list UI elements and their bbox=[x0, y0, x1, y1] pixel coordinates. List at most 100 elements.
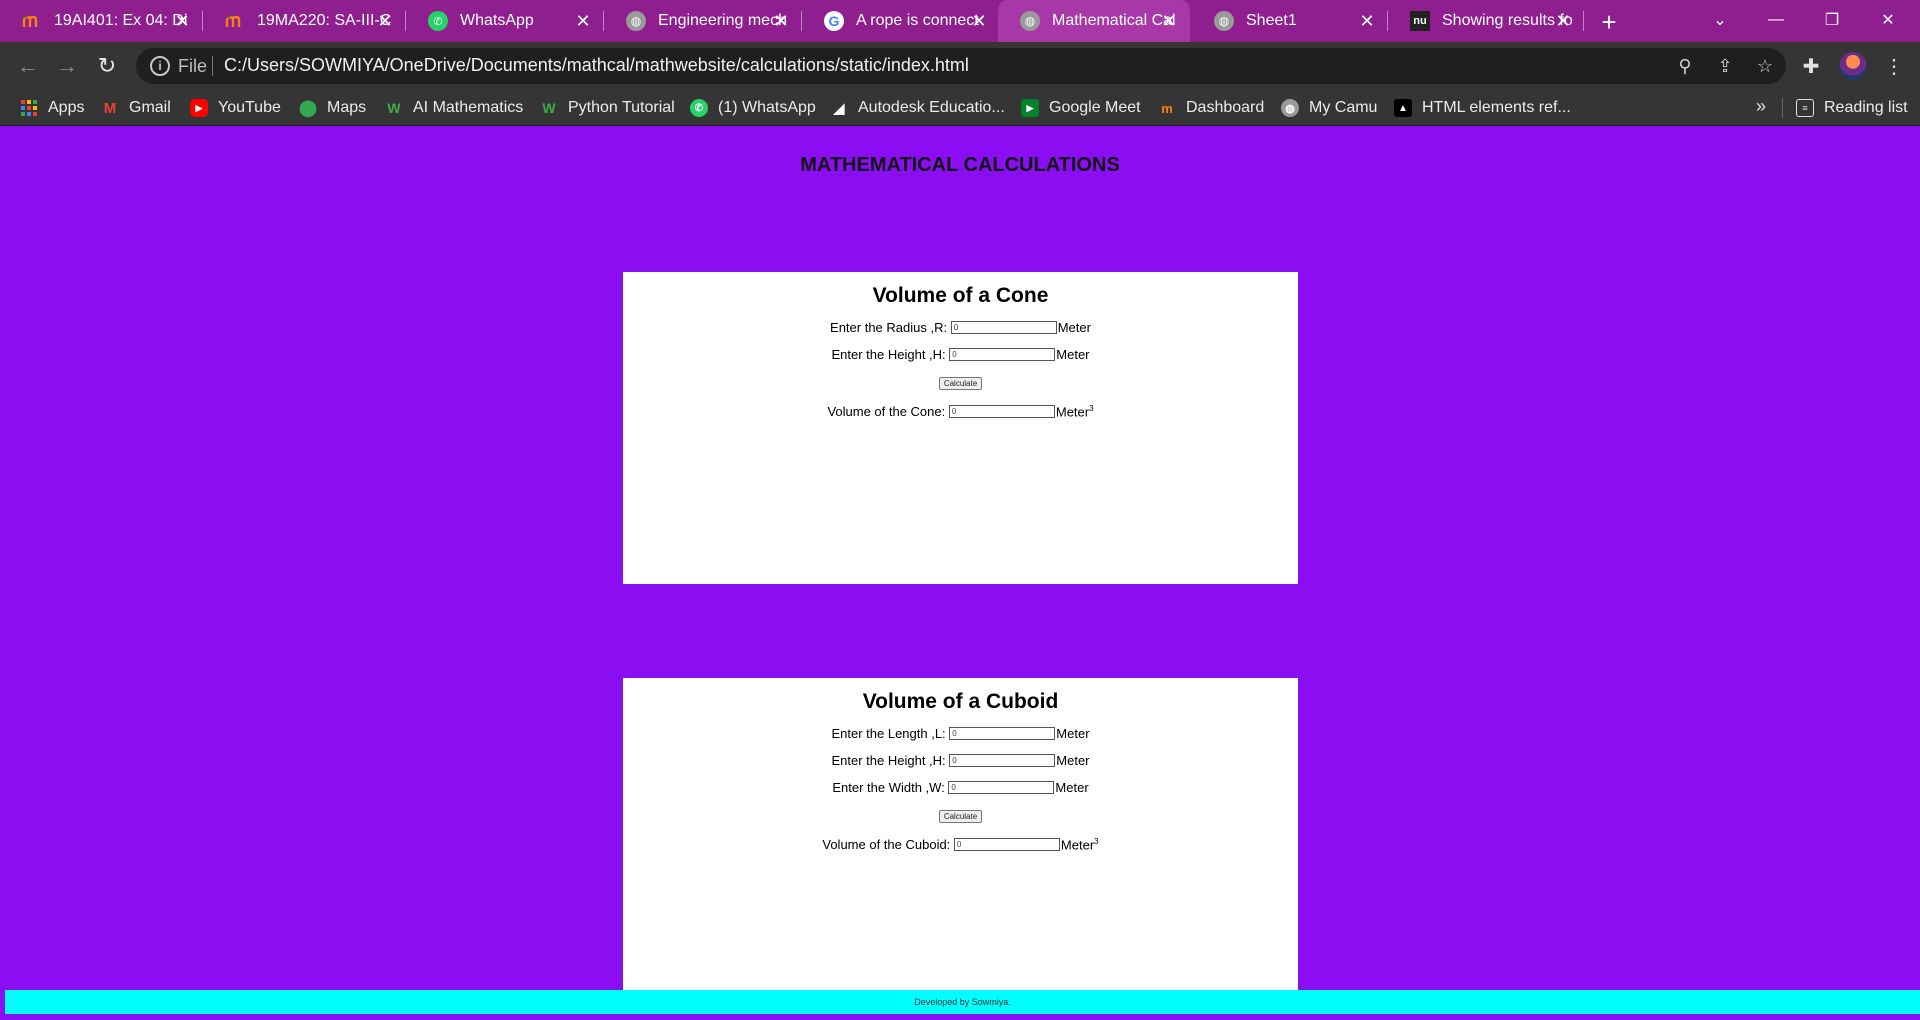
cuboid-button-row: Calculate bbox=[623, 801, 1298, 831]
globe-icon: ◍ bbox=[1214, 11, 1234, 31]
close-tab-icon[interactable]: ✕ bbox=[1158, 10, 1180, 32]
reading-list-icon: ≡ bbox=[1796, 99, 1814, 117]
bookmark-html-elements[interactable]: ▲ HTML elements ref... bbox=[1394, 90, 1571, 126]
tab-6-active[interactable]: ◍ Mathematical Cal ✕ bbox=[998, 0, 1190, 42]
url-text[interactable]: C:/Users/SOWMIYA/OneDrive/Documents/math… bbox=[224, 55, 969, 76]
cone-result-row: Volume of the Cone: 0 Meter3 bbox=[623, 398, 1298, 425]
bookmark-youtube[interactable]: ▶ YouTube bbox=[190, 90, 281, 126]
bookmarks-bar: Apps M Gmail ▶ YouTube ⬤ Maps W AI Mathe… bbox=[0, 90, 1920, 126]
maps-icon: ⬤ bbox=[299, 100, 317, 117]
close-tab-icon[interactable]: ✕ bbox=[1552, 10, 1574, 32]
close-tab-icon[interactable]: ✕ bbox=[968, 10, 990, 32]
close-tab-icon[interactable]: ✕ bbox=[1356, 10, 1378, 32]
cuboid-heading: Volume of a Cuboid bbox=[862, 690, 1059, 713]
reading-list-label: Reading list bbox=[1824, 99, 1908, 116]
cone-heading: Volume of a Cone bbox=[872, 284, 1049, 307]
cone-height-input[interactable]: 0 bbox=[949, 348, 1056, 361]
forward-button[interactable]: → bbox=[51, 50, 83, 82]
more-bookmarks-icon[interactable]: » bbox=[1756, 96, 1766, 117]
width-label: Enter the Width ,W: bbox=[832, 780, 945, 795]
cuboid-height-input[interactable]: 0 bbox=[949, 754, 1056, 767]
tab-7[interactable]: ◍ Sheet1 ✕ bbox=[1192, 0, 1388, 42]
nu-icon: nu bbox=[1410, 11, 1430, 31]
cone-height-row: Enter the Height ,H: 0 Meter bbox=[623, 341, 1298, 368]
tab-title: 19AI401: Ex 04: Di bbox=[54, 12, 188, 29]
bookmark-gmail[interactable]: M Gmail bbox=[101, 90, 171, 126]
width-input[interactable]: 0 bbox=[948, 781, 1055, 794]
bookmark-label: Maps bbox=[327, 99, 367, 116]
minimize-icon[interactable]: — bbox=[1748, 0, 1804, 40]
reload-button[interactable]: ↻ bbox=[91, 50, 123, 82]
radius-input[interactable]: 0 bbox=[950, 321, 1057, 334]
bookmarks-divider bbox=[1782, 98, 1783, 118]
tab-2[interactable]: 19MA220: SA-III-C ✕ bbox=[203, 0, 406, 42]
cone-card: Volume of a Cone Enter the Radius ,R: 0 … bbox=[623, 272, 1298, 584]
close-tab-icon[interactable]: ✕ bbox=[770, 10, 792, 32]
radius-unit: Meter bbox=[1057, 320, 1091, 335]
address-separator bbox=[212, 56, 213, 76]
tab-title: 19MA220: SA-III-C bbox=[257, 12, 392, 29]
bookmark-python-tutorial[interactable]: W Python Tutorial bbox=[540, 90, 675, 126]
zoom-icon[interactable]: ⚲ bbox=[1673, 54, 1697, 78]
close-window-icon[interactable]: ✕ bbox=[1860, 0, 1916, 40]
height-unit: Meter bbox=[1056, 753, 1090, 768]
bookmark-maps[interactable]: ⬤ Maps bbox=[299, 90, 366, 126]
bookmark-google-meet[interactable]: ▶ Google Meet bbox=[1021, 90, 1141, 126]
tab-separator bbox=[1583, 11, 1584, 31]
tab-5[interactable]: G A rope is connect ✕ bbox=[802, 0, 1000, 42]
page-title: MATHEMATICAL CALCULATIONS bbox=[800, 154, 1120, 176]
bookmark-autodesk[interactable]: ◢ Autodesk Educatio... bbox=[830, 90, 1005, 126]
close-tab-icon[interactable]: ✕ bbox=[374, 10, 396, 32]
close-tab-icon[interactable]: ✕ bbox=[171, 10, 193, 32]
close-tab-icon[interactable]: ✕ bbox=[572, 10, 594, 32]
cuboid-card: Volume of a Cuboid Enter the Length ,L: … bbox=[623, 678, 1298, 990]
share-icon[interactable]: ⇪ bbox=[1713, 54, 1737, 78]
cone-calculate-button[interactable]: Calculate bbox=[938, 376, 983, 390]
tab-8[interactable]: nu Showing results fo ✕ bbox=[1388, 0, 1584, 42]
bookmark-label: Google Meet bbox=[1049, 99, 1141, 116]
address-bar[interactable]: i File C:/Users/SOWMIYA/OneDrive/Documen… bbox=[136, 48, 1786, 84]
globe-icon: ◍ bbox=[626, 11, 646, 31]
cuboid-calculate-button[interactable]: Calculate bbox=[938, 809, 983, 823]
tab-3[interactable]: ✆ WhatsApp ✕ bbox=[406, 0, 604, 42]
bookmark-label: HTML elements ref... bbox=[1422, 99, 1571, 116]
cone-result-unit-text: Meter bbox=[1055, 404, 1090, 420]
new-tab-button[interactable]: + bbox=[1594, 7, 1624, 37]
gmail-icon: M bbox=[103, 99, 117, 117]
profile-avatar[interactable] bbox=[1839, 52, 1867, 80]
extensions-icon[interactable]: ✚ bbox=[1797, 52, 1825, 80]
bookmark-label: Gmail bbox=[129, 99, 171, 116]
reading-list-button[interactable]: ≡ Reading list bbox=[1796, 90, 1908, 126]
cuboid-height-row: Enter the Height ,H: 0 Meter bbox=[623, 747, 1298, 774]
globe-icon: ◍ bbox=[1281, 99, 1299, 117]
length-input[interactable]: 0 bbox=[949, 727, 1056, 740]
tab-search-icon[interactable]: ⌄ bbox=[1692, 0, 1748, 40]
restore-icon[interactable]: ❐ bbox=[1804, 0, 1860, 40]
cone-radius-row: Enter the Radius ,R: 0 Meter bbox=[623, 314, 1298, 341]
cuboid-result-label: Volume of the Cuboid: bbox=[822, 837, 951, 852]
cone-result-output[interactable]: 0 bbox=[948, 405, 1055, 418]
tab-4[interactable]: ◍ Engineering mech ✕ bbox=[604, 0, 802, 42]
bookmark-apps[interactable]: Apps bbox=[20, 90, 84, 126]
back-button[interactable]: ← bbox=[12, 50, 44, 82]
bookmark-label: Python Tutorial bbox=[568, 99, 675, 116]
length-label: Enter the Length ,L: bbox=[831, 726, 946, 741]
bookmark-whatsapp[interactable]: ✆ (1) WhatsApp bbox=[690, 90, 816, 126]
bookmark-my-camu[interactable]: ◍ My Camu bbox=[1281, 90, 1377, 126]
height-label: Enter the Height ,H: bbox=[831, 347, 946, 362]
tab-strip: 19AI401: Ex 04: Di ✕ 19MA220: SA-III-C ✕… bbox=[0, 0, 1920, 42]
site-info-icon[interactable]: i bbox=[150, 56, 170, 76]
cuboid-width-row: Enter the Width ,W: 0 Meter bbox=[623, 774, 1298, 801]
bookmark-dashboard[interactable]: m Dashboard bbox=[1158, 90, 1264, 126]
moodle-icon bbox=[225, 11, 245, 31]
bookmark-label: My Camu bbox=[1309, 99, 1378, 116]
menu-kebab-icon[interactable]: ⋮ bbox=[1880, 52, 1908, 80]
tab-1[interactable]: 19AI401: Ex 04: Di ✕ bbox=[0, 0, 203, 42]
cuboid-result-exponent: 3 bbox=[1094, 836, 1099, 846]
bookmark-star-icon[interactable]: ☆ bbox=[1753, 54, 1777, 78]
moodle-icon bbox=[22, 11, 42, 31]
bookmark-ai-mathematics[interactable]: W AI Mathematics bbox=[385, 90, 523, 126]
cuboid-result-output[interactable]: 0 bbox=[953, 838, 1060, 851]
width-unit: Meter bbox=[1055, 780, 1089, 795]
cuboid-result-unit-text: Meter bbox=[1060, 837, 1095, 853]
